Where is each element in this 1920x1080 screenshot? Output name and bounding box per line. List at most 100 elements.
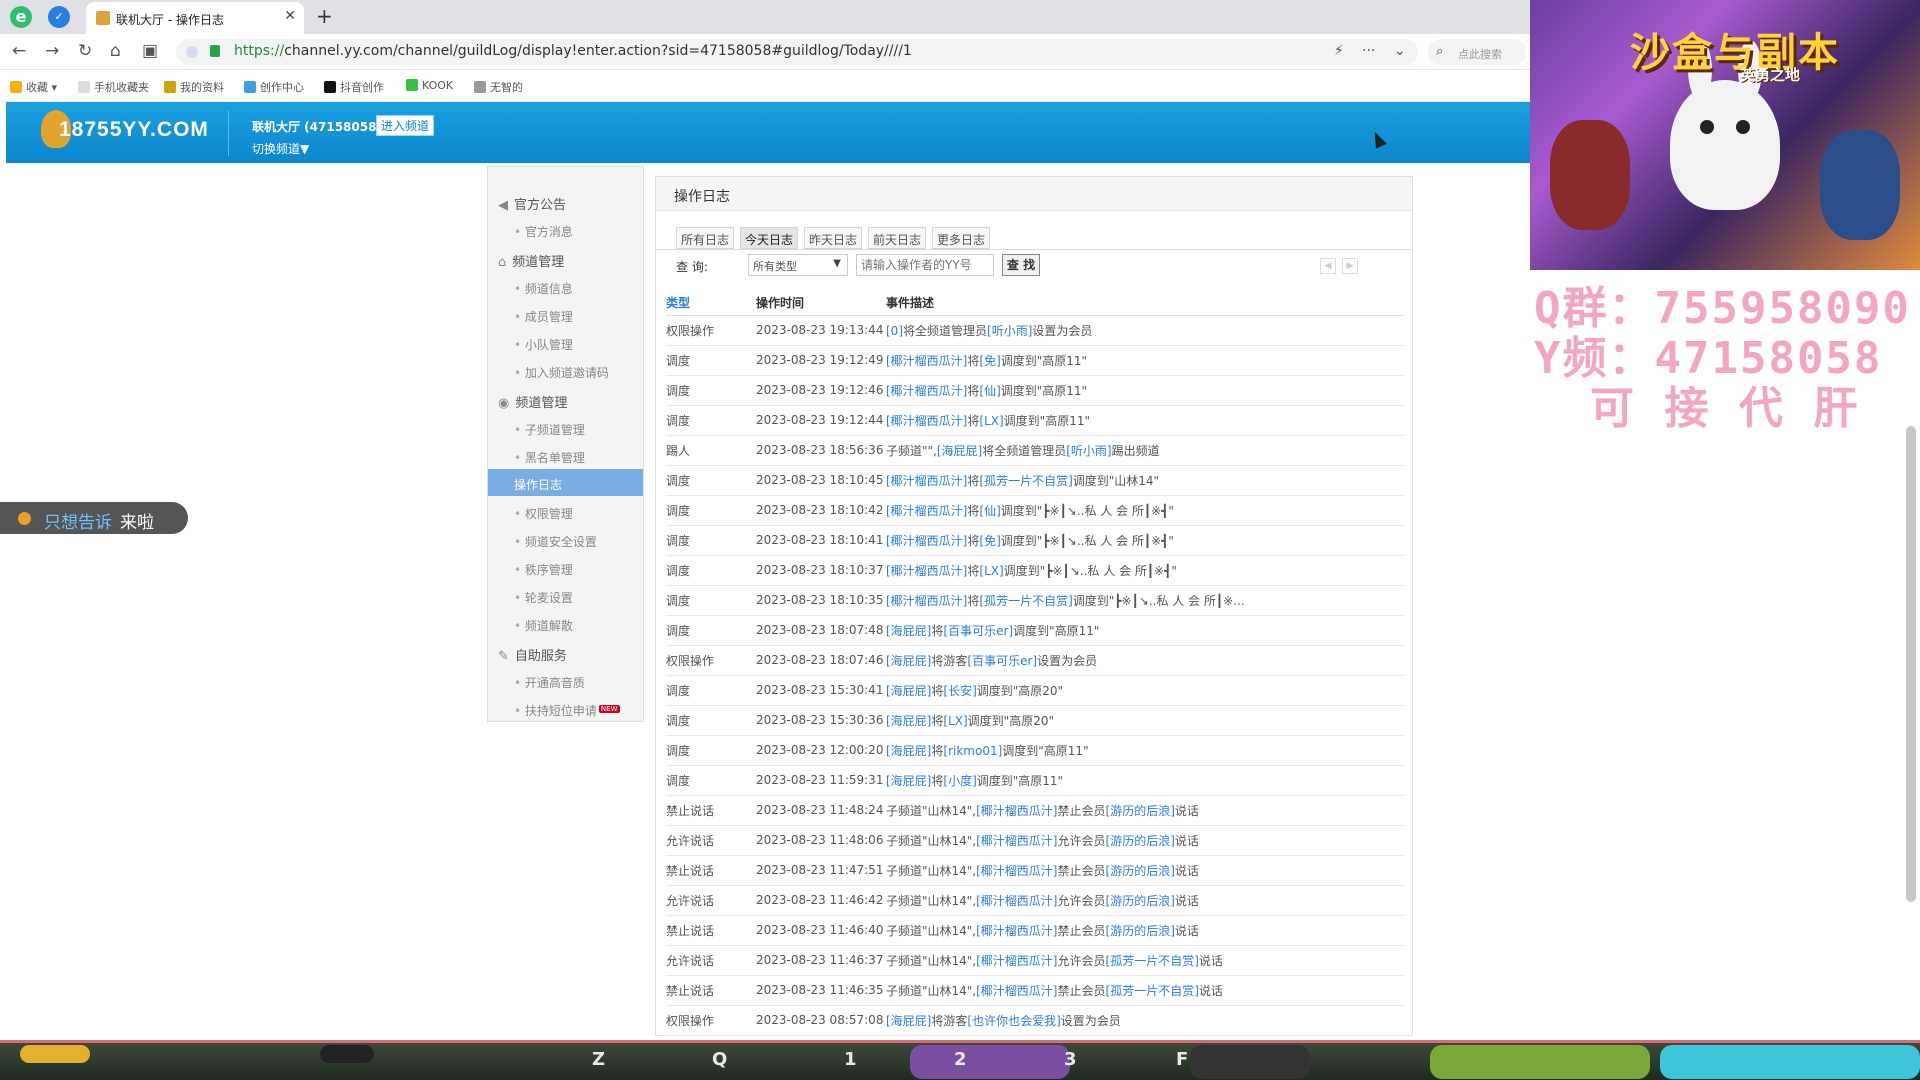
tab-close-icon[interactable]: ✕ [284,8,296,24]
user-link[interactable]: [LX] [979,414,1003,428]
user-link[interactable]: [孤芳一片不自赏] [1106,954,1199,968]
next-page-icon[interactable]: ▶ [1342,258,1358,274]
home-icon[interactable]: ⌂ [110,41,121,61]
site-logo[interactable]: 18755YY.COM [41,110,209,148]
tab-yesterday-logs[interactable]: 昨天日志 [804,227,863,249]
user-link[interactable]: [仙] [979,384,1000,398]
user-link[interactable]: [游历的后浪] [1106,804,1175,818]
user-link[interactable]: [海屁屁] [886,774,931,788]
user-link[interactable]: [孤芳一片不自赏] [979,594,1072,608]
user-link[interactable]: [百事可乐er] [967,654,1037,668]
bookmark-creator[interactable]: 创作中心 [244,79,304,95]
sidebar-item-squads[interactable]: 小队管理 [514,336,573,353]
browser-search-box[interactable]: ⌕ 点此搜索 [1428,39,1526,65]
lock-icon[interactable] [210,45,220,57]
bookmark-profile[interactable]: 我的资料 [164,79,224,95]
new-tab-icon[interactable]: + [316,4,333,28]
enter-channel-button[interactable]: 进入频道 [376,115,435,136]
sidebar-item-blacklist[interactable]: 黑名单管理 [514,449,585,466]
user-link[interactable]: [椰汁榴西瓜汁] [976,894,1057,908]
bookmark-kook[interactable]: KOOK [406,79,453,92]
user-link[interactable]: [LX] [943,714,967,728]
user-link[interactable]: [游历的后浪] [1106,894,1175,908]
lightning-icon[interactable]: ⚡ [1334,43,1344,59]
user-link[interactable]: [椰汁榴西瓜汁] [976,954,1057,968]
sidebar-item-subchannels[interactable]: 子频道管理 [514,421,585,438]
user-link[interactable]: [椰汁榴西瓜汁] [976,924,1057,938]
user-link[interactable]: [椰汁榴西瓜汁] [976,834,1057,848]
column-header-type[interactable]: 类型 [666,291,756,316]
user-link[interactable]: [海屁屁] [886,1014,931,1028]
user-link[interactable]: [海屁屁] [886,624,931,638]
forward-icon[interactable]: → [45,41,59,61]
bookmark-other[interactable]: 无智的 [474,79,523,95]
user-link[interactable]: [rikmo01] [943,744,1002,758]
floating-message-bubble[interactable]: 只想告诉 来啦 [0,502,188,534]
chevron-down-icon[interactable]: ⌄ [1394,43,1406,59]
user-link[interactable]: [小度] [943,774,976,788]
user-link[interactable]: [椰汁榴西瓜汁] [976,984,1057,998]
sidebar-item-official-news[interactable]: 官方消息 [514,223,573,240]
tab-more-logs[interactable]: 更多日志 [932,227,991,249]
search-button[interactable]: 查 找 [1002,254,1040,276]
extension-icon[interactable]: ▣ [142,41,158,61]
reload-icon[interactable]: ↻ [78,41,92,61]
site-shield-icon[interactable] [186,46,198,58]
user-link[interactable]: [长安] [943,684,976,698]
more-icon[interactable]: ··· [1362,43,1375,59]
user-link[interactable]: [椰汁榴西瓜汁] [886,534,967,548]
sidebar-item-permissions[interactable]: 权限管理 [514,505,573,522]
url-field[interactable]: https://channel.yy.com/channel/guildLog/… [176,39,1418,65]
user-link[interactable]: [椰汁榴西瓜汁] [886,474,967,488]
bookmark-douyin[interactable]: 抖音创作 [324,79,384,95]
type-select[interactable]: 所有类型 ▼ [748,254,848,276]
user-link[interactable]: [听小雨] [987,324,1032,338]
user-link[interactable]: [游历的后浪] [1106,834,1175,848]
bookmark-mobile[interactable]: 手机收藏夹 [78,79,149,95]
bookmark-app-icon[interactable]: ✓ [48,6,70,28]
operator-yy-input[interactable] [856,254,994,276]
user-link[interactable]: [游历的后浪] [1106,864,1175,878]
prev-page-icon[interactable]: ◀ [1320,258,1336,274]
sidebar-item-mic-rotation[interactable]: 轮麦设置 [514,589,573,606]
user-link[interactable]: [也许你也会爱我] [967,1014,1060,1028]
tab-day-before-logs[interactable]: 前天日志 [868,227,927,249]
back-icon[interactable]: ← [12,41,26,61]
sidebar-item-operation-log[interactable]: 操作日志 [488,469,643,496]
user-link[interactable]: [免] [979,354,1000,368]
user-link[interactable]: [椰汁榴西瓜汁] [886,414,967,428]
user-link[interactable]: [孤芳一片不自赏] [979,474,1072,488]
user-link[interactable]: [免] [979,534,1000,548]
user-link[interactable]: [仙] [979,504,1000,518]
user-link[interactable]: [椰汁榴西瓜汁] [886,354,967,368]
user-link[interactable]: [0] [886,324,903,338]
tab-today-logs[interactable]: 今天日志 [740,227,799,249]
user-link[interactable]: [椰汁榴西瓜汁] [886,564,967,578]
sidebar-item-short-id[interactable]: 扶持短位申请NEW [514,702,620,719]
user-link[interactable]: [椰汁榴西瓜汁] [976,804,1057,818]
user-link[interactable]: [椰汁榴西瓜汁] [976,864,1057,878]
switch-channel-dropdown[interactable]: 切换频道▼ [252,140,309,157]
user-link[interactable]: [LX] [979,564,1003,578]
user-link[interactable]: [海屁屁] [886,684,931,698]
sidebar-item-dissolve[interactable]: 频道解散 [514,617,573,634]
user-link[interactable]: [听小雨] [1066,444,1111,458]
sidebar-item-channel-info[interactable]: 频道信息 [514,280,573,297]
bookmark-favorites[interactable]: 收藏 ▾ [10,79,57,95]
sidebar-item-members[interactable]: 成员管理 [514,308,573,325]
user-link[interactable]: [海屁屁] [886,744,931,758]
sidebar-item-invite-code[interactable]: 加入频道邀请码 [514,364,609,381]
page-scrollbar[interactable] [1906,426,1916,902]
user-link[interactable]: [游历的后浪] [1106,924,1175,938]
user-link[interactable]: [椰汁榴西瓜汁] [886,504,967,518]
sidebar-item-hq-audio[interactable]: 开通高音质 [514,674,585,691]
user-link[interactable]: [海屁屁] [937,444,982,458]
browser-logo-icon[interactable]: e [10,6,32,28]
user-link[interactable]: [椰汁榴西瓜汁] [886,594,967,608]
user-link[interactable]: [孤芳一片不自赏] [1106,984,1199,998]
user-link[interactable]: [椰汁榴西瓜汁] [886,384,967,398]
browser-tab-active[interactable]: 联机大厅 - 操作日志 ✕ [86,2,304,34]
sidebar-item-order[interactable]: 秩序管理 [514,561,573,578]
user-link[interactable]: [百事可乐er] [943,624,1013,638]
tab-all-logs[interactable]: 所有日志 [676,227,735,249]
